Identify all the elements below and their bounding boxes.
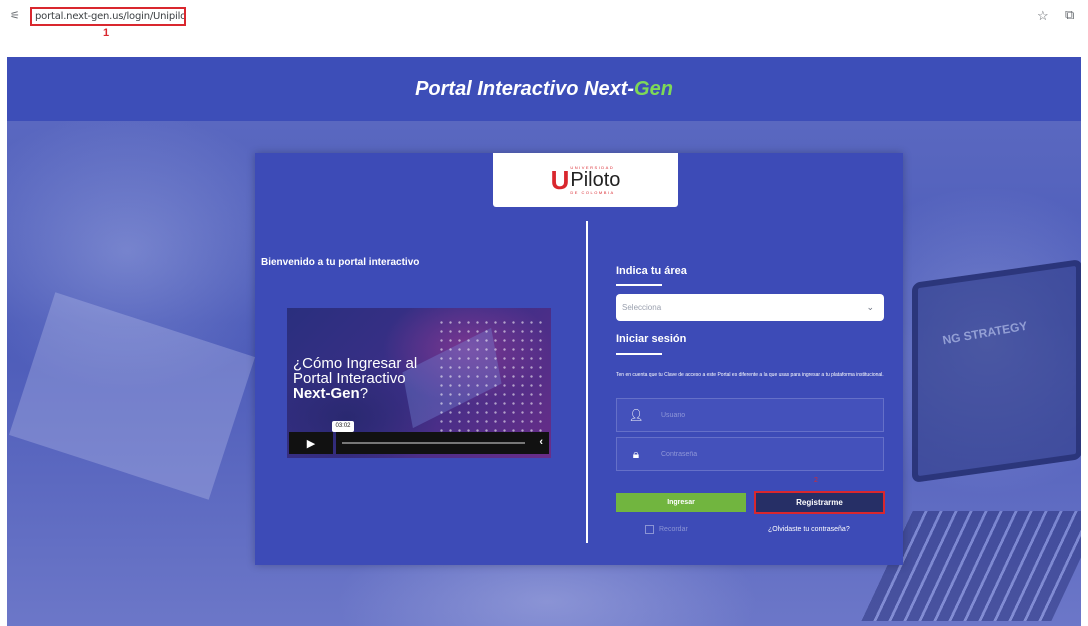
logo-word: Piloto	[570, 169, 621, 191]
chevron-down-icon: ⌄	[866, 302, 874, 312]
password-input[interactable]	[655, 438, 883, 470]
lock-icon: 🔒︎	[632, 446, 640, 461]
remember-checkbox[interactable]: Recordar	[645, 525, 688, 534]
site-info-icon[interactable]: ⚟	[10, 9, 26, 23]
star-icon[interactable]: ☆	[1037, 8, 1049, 24]
video-title-line-3-suffix: ?	[359, 385, 369, 402]
annotation-marker-1: 1	[103, 27, 110, 39]
extensions-icon[interactable]: ⧉	[1065, 7, 1074, 23]
background-paper	[8, 292, 256, 500]
username-input[interactable]	[655, 399, 883, 431]
area-select[interactable]: Selecciona ⌄	[616, 294, 884, 321]
page-header: Portal Interactivo Next-Gen	[7, 57, 1081, 121]
play-icon: ▶	[306, 437, 316, 450]
username-field: 👤︎	[616, 398, 884, 432]
remember-checkbox-box[interactable]	[645, 525, 654, 534]
page-title: Portal Interactivo Next-Gen	[415, 78, 673, 101]
page-title-main: Portal Interactivo Ne	[415, 77, 610, 100]
university-logo: U UNIVERSIDAD Piloto DE COLOMBIA	[493, 153, 678, 207]
video-title: ¿Cómo Ingresar al Portal Interactivo Nex…	[293, 356, 493, 401]
password-field: 🔒︎	[616, 437, 884, 471]
tutorial-video[interactable]: ¿Cómo Ingresar al Portal Interactivo Nex…	[287, 308, 551, 458]
annotation-marker-2: 2	[814, 477, 818, 484]
page-title-gen: Gen	[634, 77, 673, 100]
user-icon: 👤︎	[628, 408, 644, 422]
logo-text: UNIVERSIDAD Piloto DE COLOMBIA	[570, 165, 620, 195]
address-bar[interactable]: portal.next-gen.us/login/Unipiloto	[30, 7, 186, 26]
register-button[interactable]: Registrarme	[754, 491, 885, 514]
share-icon[interactable]: ‹	[539, 436, 543, 448]
card-divider	[586, 221, 588, 543]
welcome-heading: Bienvenido a tu portal interactivo	[261, 257, 420, 268]
login-heading-underline	[616, 353, 662, 355]
page: Portal Interactivo Next-Gen NG STRATEGY …	[7, 57, 1081, 626]
forgot-password-link[interactable]: ¿Olvidaste tu contraseña?	[768, 526, 850, 533]
video-progress-bar[interactable]: ‹	[336, 432, 549, 454]
video-title-line-2: Portal Interactivo	[293, 370, 406, 387]
page-title-x: x	[609, 77, 621, 100]
video-controls: ▶ ‹	[289, 432, 549, 454]
login-button[interactable]: Ingresar	[616, 493, 746, 512]
area-select-value: Selecciona	[622, 303, 662, 312]
remember-label: Recordar	[659, 526, 688, 533]
browser-toolbar: ⚟ portal.next-gen.us/login/Unipiloto 1 ☆…	[0, 0, 1088, 40]
video-title-line-1: ¿Cómo Ingresar al	[293, 355, 418, 372]
logo-sub: DE COLOMBIA	[570, 190, 615, 195]
password-notice: Ten en cuenta que tu Clave de acceso a e…	[616, 372, 884, 378]
video-time-tooltip: 03:02	[332, 421, 354, 432]
video-progress-track	[342, 442, 525, 444]
play-button[interactable]: ▶	[289, 432, 333, 454]
login-heading: Iniciar sesión	[616, 333, 687, 345]
login-card: U UNIVERSIDAD Piloto DE COLOMBIA Bienven…	[255, 153, 903, 565]
area-heading: Indica tu área	[616, 265, 687, 277]
background-laptop	[912, 259, 1081, 483]
area-heading-underline	[616, 284, 662, 286]
logo-mark: U	[550, 164, 570, 195]
address-bar-url: portal.next-gen.us/login/Unipiloto	[35, 11, 186, 22]
video-title-line-3: Next-Gen	[293, 385, 360, 402]
page-title-t: t-	[620, 77, 635, 100]
